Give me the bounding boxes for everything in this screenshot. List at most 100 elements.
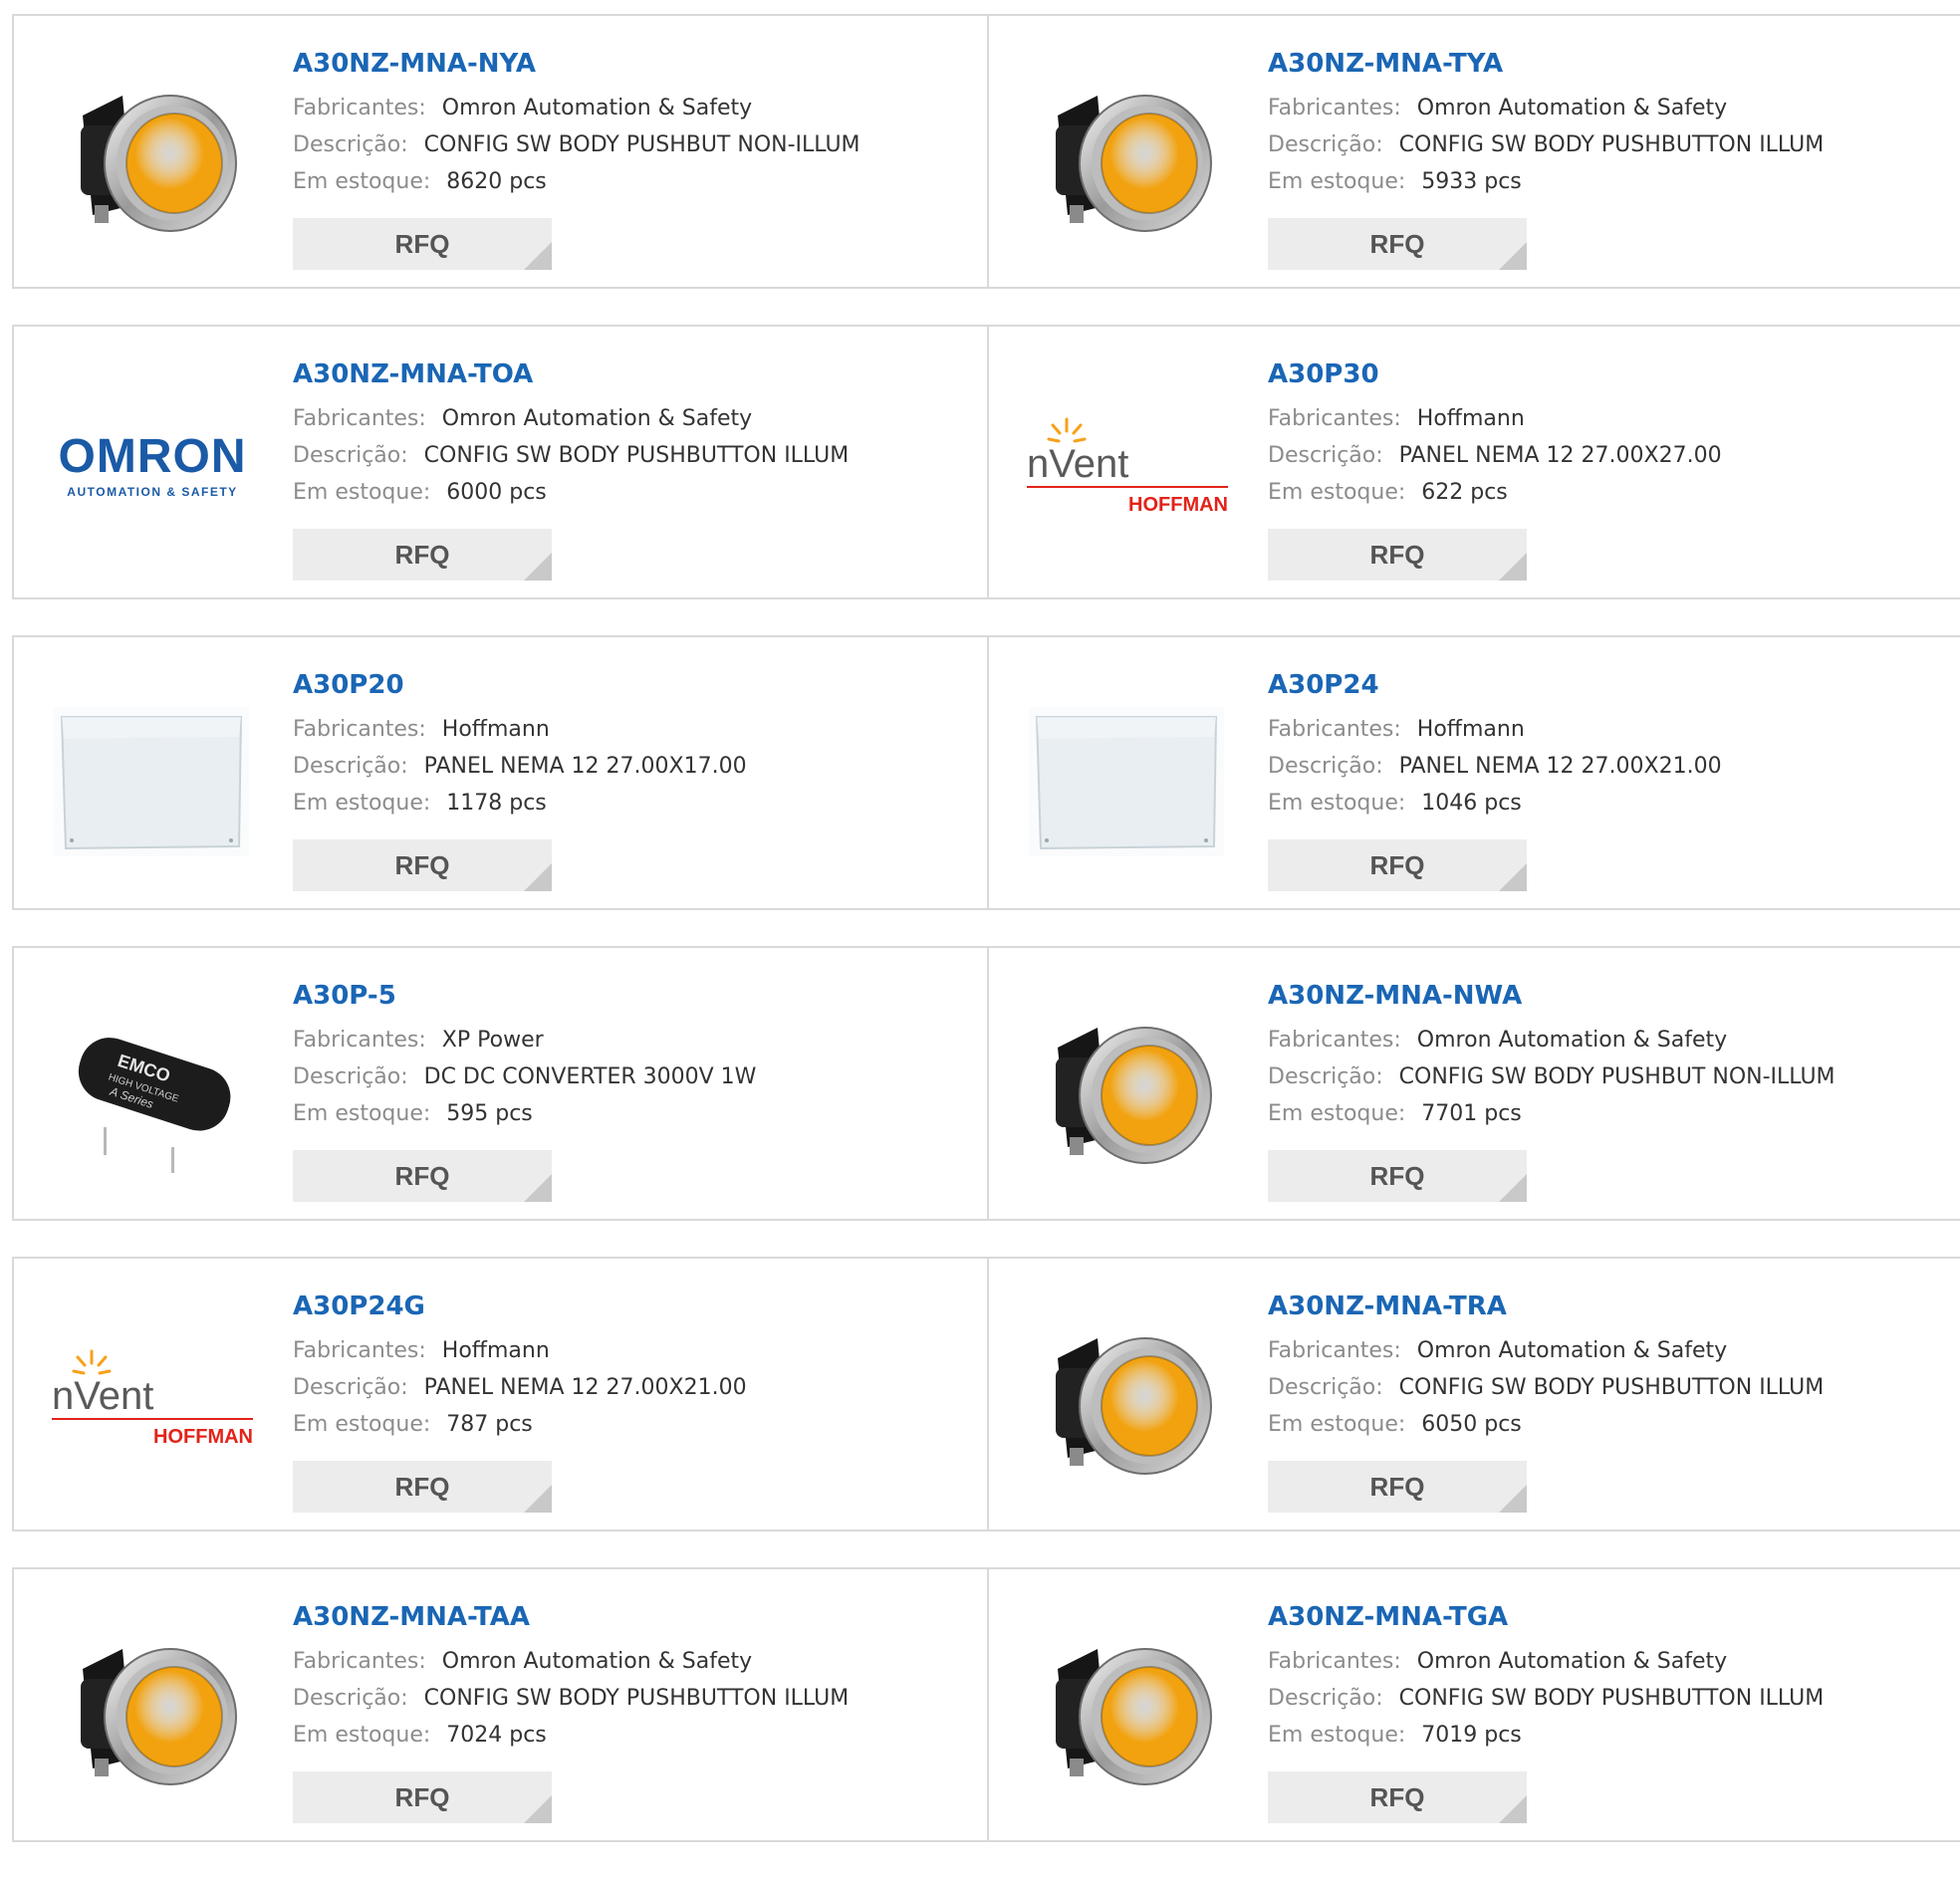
stock-label: Em estoque: — [293, 1723, 431, 1748]
product-card: OMRON AUTOMATION & SAFETY A30NZ-MNA-TOA … — [14, 327, 987, 597]
pushbutton-white-image[interactable] — [1027, 988, 1228, 1187]
corner-triangle-icon — [524, 1174, 552, 1202]
part-number-link[interactable]: A30P-5 — [293, 978, 977, 1014]
part-number-link[interactable]: A30P30 — [1268, 356, 1950, 392]
manufacturer-row: Fabricantes: Omron Automation & Safety — [293, 90, 977, 126]
corner-triangle-icon — [1499, 1174, 1527, 1202]
corner-triangle-icon — [524, 1795, 552, 1823]
manufacturer-row: Fabricantes: XP Power — [293, 1022, 977, 1058]
pushbutton-yellow-image[interactable] — [1027, 56, 1228, 255]
part-number-link[interactable]: A30NZ-MNA-NWA — [1268, 978, 1950, 1014]
nvent-hoffman-logo-image[interactable]: nVent HOFFMAN — [52, 1298, 253, 1498]
svg-text:HOFFMAN: HOFFMAN — [153, 1426, 253, 1448]
stock-row: Em estoque: 7701 pcs — [1268, 1095, 1950, 1132]
description-row: Descrição: CONFIG SW BODY PUSHBUT NON-ILL… — [293, 126, 977, 163]
stock-value: 1046 pcs — [1421, 791, 1522, 816]
manufacturer-label: Fabricantes: — [1268, 1028, 1401, 1053]
pushbutton-green-image[interactable] — [1027, 1609, 1228, 1808]
stock-value: 8620 pcs — [446, 169, 547, 194]
rfq-button[interactable]: RFQ — [1268, 1461, 1527, 1513]
stock-row: Em estoque: 7019 pcs — [1268, 1717, 1950, 1754]
product-info: A30NZ-MNA-TOA Fabricantes: Omron Automati… — [293, 356, 977, 581]
stock-value: 7701 pcs — [1421, 1101, 1522, 1126]
description-label: Descrição: — [293, 754, 408, 779]
manufacturer-label: Fabricantes: — [293, 96, 426, 120]
part-number-link[interactable]: A30P24 — [1268, 667, 1950, 703]
stock-value: 1178 pcs — [446, 791, 547, 816]
part-number-link[interactable]: A30NZ-MNA-TRA — [1268, 1289, 1950, 1324]
product-info: A30NZ-MNA-TAA Fabricantes: Omron Automati… — [293, 1599, 977, 1823]
product-info: A30P24G Fabricantes: Hoffmann Descrição: P… — [293, 1289, 977, 1513]
product-row: A30NZ-MNA-NYA Fabricantes: Omron Automati… — [12, 14, 1960, 289]
product-card: A30NZ-MNA-TAA Fabricantes: Omron Automati… — [14, 1569, 987, 1840]
nvent-hoffman-logo-image[interactable]: nVent HOFFMAN — [1027, 366, 1228, 566]
description-label: Descrição: — [1268, 1375, 1383, 1400]
description-value: PANEL NEMA 12 27.00X17.00 — [423, 754, 747, 779]
product-card: A30NZ-MNA-TRA Fabricantes: Omron Automati… — [987, 1259, 1960, 1529]
stock-value: 595 pcs — [446, 1101, 533, 1126]
rfq-label: RFQ — [1369, 229, 1425, 259]
manufacturer-value: Omron Automation & Safety — [441, 96, 753, 120]
stock-label: Em estoque: — [1268, 1412, 1406, 1437]
manufacturer-label: Fabricantes: — [293, 717, 426, 742]
description-value: CONFIG SW BODY PUSHBUT NON-ILLUM — [1398, 1064, 1836, 1089]
description-label: Descrição: — [1268, 754, 1383, 779]
svg-text:AUTOMATION & SAFETY: AUTOMATION & SAFETY — [67, 485, 237, 499]
pushbutton-yellow-image[interactable] — [52, 56, 253, 255]
description-row: Descrição: PANEL NEMA 12 27.00X17.00 — [293, 748, 977, 785]
stock-label: Em estoque: — [293, 1412, 431, 1437]
rfq-button[interactable]: RFQ — [293, 839, 552, 891]
rfq-label: RFQ — [394, 850, 450, 880]
rfq-button[interactable]: RFQ — [1268, 839, 1527, 891]
stock-row: Em estoque: 6000 pcs — [293, 474, 977, 511]
stock-label: Em estoque: — [293, 1101, 431, 1126]
description-value: CONFIG SW BODY PUSHBUTTON ILLUM — [1398, 1375, 1825, 1400]
description-row: Descrição: DC DC CONVERTER 3000V 1W — [293, 1058, 977, 1095]
product-info: A30NZ-MNA-TRA Fabricantes: Omron Automati… — [1268, 1289, 1950, 1513]
rfq-button[interactable]: RFQ — [293, 218, 552, 270]
product-info: A30P-5 Fabricantes: XP Power Descrição: DC… — [293, 978, 977, 1202]
pushbutton-red-image[interactable] — [1027, 1298, 1228, 1498]
part-number-link[interactable]: A30P20 — [293, 667, 977, 703]
emco-converter-image[interactable]: EMCO HIGH VOLTAGE A Series — [52, 988, 253, 1187]
description-label: Descrição: — [1268, 1686, 1383, 1711]
stock-row: Em estoque: 1178 pcs — [293, 785, 977, 822]
part-number-link[interactable]: A30NZ-MNA-TGA — [1268, 1599, 1950, 1635]
product-card: EMCO HIGH VOLTAGE A Series A30P-5 Fabric… — [14, 948, 987, 1219]
rfq-label: RFQ — [1369, 540, 1425, 570]
rfq-button[interactable]: RFQ — [1268, 1771, 1527, 1823]
white-panel-image[interactable] — [1027, 677, 1228, 876]
omron-logo-image[interactable]: OMRON AUTOMATION & SAFETY — [52, 366, 253, 566]
manufacturer-label: Fabricantes: — [293, 406, 426, 431]
manufacturer-label: Fabricantes: — [1268, 1338, 1401, 1363]
rfq-label: RFQ — [394, 1782, 450, 1812]
stock-row: Em estoque: 787 pcs — [293, 1406, 977, 1443]
pushbutton-blue-image[interactable] — [52, 1609, 253, 1808]
stock-value: 787 pcs — [446, 1412, 533, 1437]
rfq-button[interactable]: RFQ — [293, 1461, 552, 1513]
manufacturer-value: Omron Automation & Safety — [1416, 1028, 1728, 1053]
description-value: CONFIG SW BODY PUSHBUT NON-ILLUM — [423, 132, 860, 157]
rfq-label: RFQ — [394, 1161, 450, 1191]
stock-row: Em estoque: 8620 pcs — [293, 163, 977, 200]
white-panel-image[interactable] — [52, 677, 253, 876]
part-number-link[interactable]: A30NZ-MNA-TAA — [293, 1599, 977, 1635]
description-row: Descrição: PANEL NEMA 12 27.00X27.00 — [1268, 437, 1950, 474]
part-number-link[interactable]: A30NZ-MNA-TYA — [1268, 46, 1950, 82]
stock-label: Em estoque: — [1268, 169, 1406, 194]
corner-triangle-icon — [1499, 242, 1527, 270]
manufacturer-value: Omron Automation & Safety — [1416, 1338, 1728, 1363]
rfq-button[interactable]: RFQ — [1268, 529, 1527, 581]
manufacturer-value: Omron Automation & Safety — [441, 406, 753, 431]
rfq-label: RFQ — [394, 229, 450, 259]
product-card: A30NZ-MNA-NYA Fabricantes: Omron Automati… — [14, 16, 987, 287]
rfq-button[interactable]: RFQ — [293, 529, 552, 581]
rfq-button[interactable]: RFQ — [1268, 1150, 1527, 1202]
part-number-link[interactable]: A30NZ-MNA-NYA — [293, 46, 977, 82]
rfq-button[interactable]: RFQ — [293, 1150, 552, 1202]
rfq-button[interactable]: RFQ — [1268, 218, 1527, 270]
part-number-link[interactable]: A30NZ-MNA-TOA — [293, 356, 977, 392]
rfq-button[interactable]: RFQ — [293, 1771, 552, 1823]
part-number-link[interactable]: A30P24G — [293, 1289, 977, 1324]
stock-value: 7024 pcs — [446, 1723, 547, 1748]
